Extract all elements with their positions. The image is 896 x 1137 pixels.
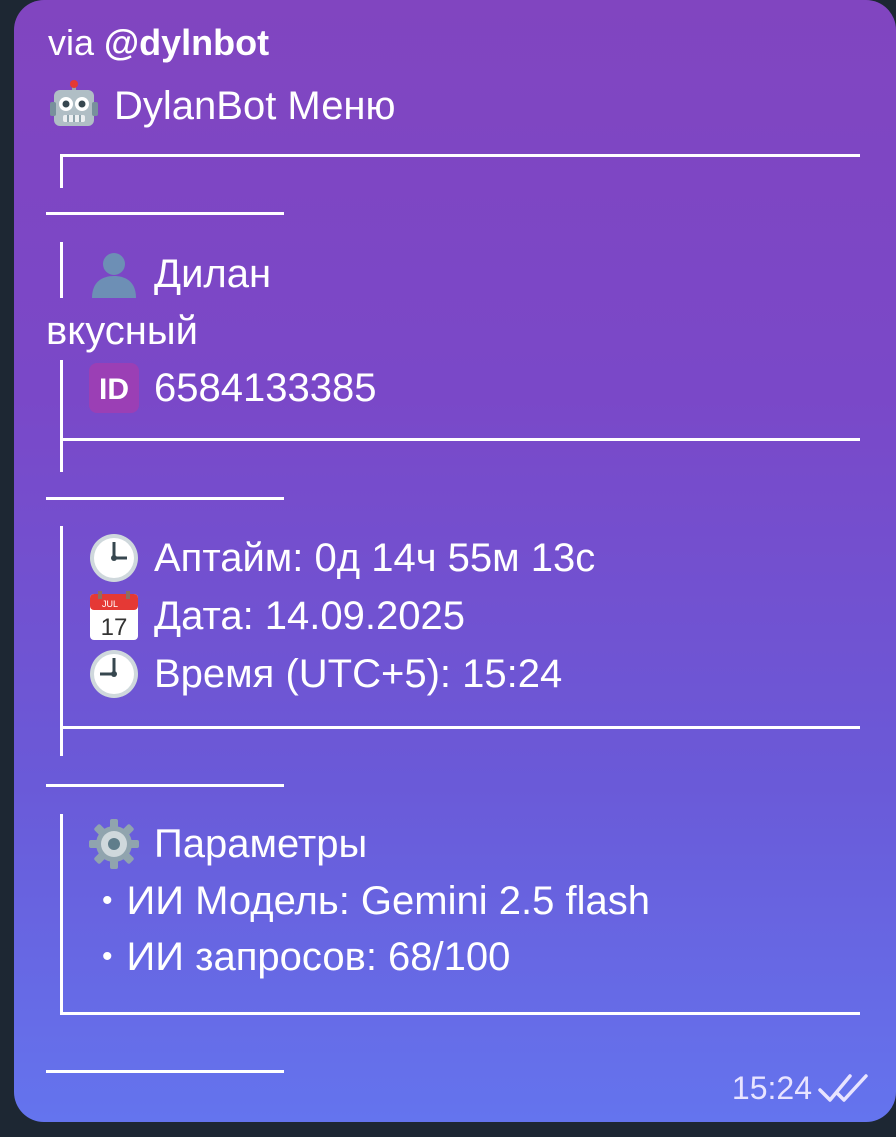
via-prefix: via: [48, 22, 105, 63]
clock-icon: [90, 534, 138, 582]
frame-top-corner: [60, 154, 63, 188]
bullet: •: [102, 884, 113, 917]
calendar-icon: JUL 17: [90, 591, 138, 641]
user-name-wrap: вкусный: [46, 309, 198, 353]
robot-icon: [50, 80, 98, 126]
message-bubble[interactable]: via @dylnbot DylanBot Меню Дилан вкусный…: [14, 0, 896, 1122]
gear-icon: [89, 819, 139, 869]
via-bot-line: via @dylnbot: [48, 22, 269, 64]
params-title: Параметры: [154, 822, 368, 866]
double-check-icon: [818, 1074, 868, 1102]
bot-username-link[interactable]: @dylnbot: [104, 22, 269, 63]
user-name-row: Дилан: [88, 248, 271, 300]
frame-top-border: [60, 154, 860, 157]
param-requests-text: ИИ запросов: 68/100: [126, 935, 511, 979]
bullet: •: [102, 940, 113, 973]
frame-separator: [46, 784, 284, 787]
param-model-row: • ИИ Модель: Gemini 2.5 flash: [102, 876, 650, 926]
frame-top-border: [60, 438, 860, 441]
time-text: Время (UTC+5): 15:24: [154, 652, 563, 696]
message-title: DylanBot Меню: [48, 80, 396, 132]
user-id-row: ID 6584133385: [88, 362, 376, 414]
frame-bottom-border: [60, 1012, 860, 1015]
user-name: Дилан: [154, 252, 272, 296]
message-time: 15:24: [731, 1070, 812, 1106]
svg-text:17: 17: [101, 614, 128, 641]
user-silhouette-icon: [92, 253, 136, 298]
param-model-text: ИИ Модель: Gemini 2.5 flash: [126, 879, 650, 923]
uptime-row: Аптайм: 0д 14ч 55м 13с: [88, 532, 595, 584]
frame-separator: [46, 1070, 284, 1073]
frame-separator: [46, 212, 284, 215]
title-text: DylanBot Меню: [114, 84, 396, 128]
user-id[interactable]: 6584133385: [154, 363, 376, 413]
frame-left-border: [60, 242, 63, 298]
frame-left-border: [60, 526, 63, 756]
time-row: Время (UTC+5): 15:24: [88, 648, 562, 700]
id-badge-icon: ID: [89, 363, 139, 413]
frame-left-border: [60, 814, 63, 1014]
svg-text:ID: ID: [99, 373, 129, 406]
date-row: JUL 17 Дата: 14.09.2025: [88, 590, 465, 642]
clock-nine-icon: [90, 650, 138, 698]
frame-left-border: [60, 360, 63, 472]
frame-top-border: [60, 726, 860, 729]
params-title-row: Параметры: [88, 818, 367, 870]
date-text: Дата: 14.09.2025: [154, 594, 465, 638]
frame-separator: [46, 497, 284, 500]
svg-text:JUL: JUL: [102, 599, 118, 609]
param-requests-row: • ИИ запросов: 68/100: [102, 932, 510, 982]
uptime-text: Аптайм: 0д 14ч 55м 13с: [154, 536, 596, 580]
